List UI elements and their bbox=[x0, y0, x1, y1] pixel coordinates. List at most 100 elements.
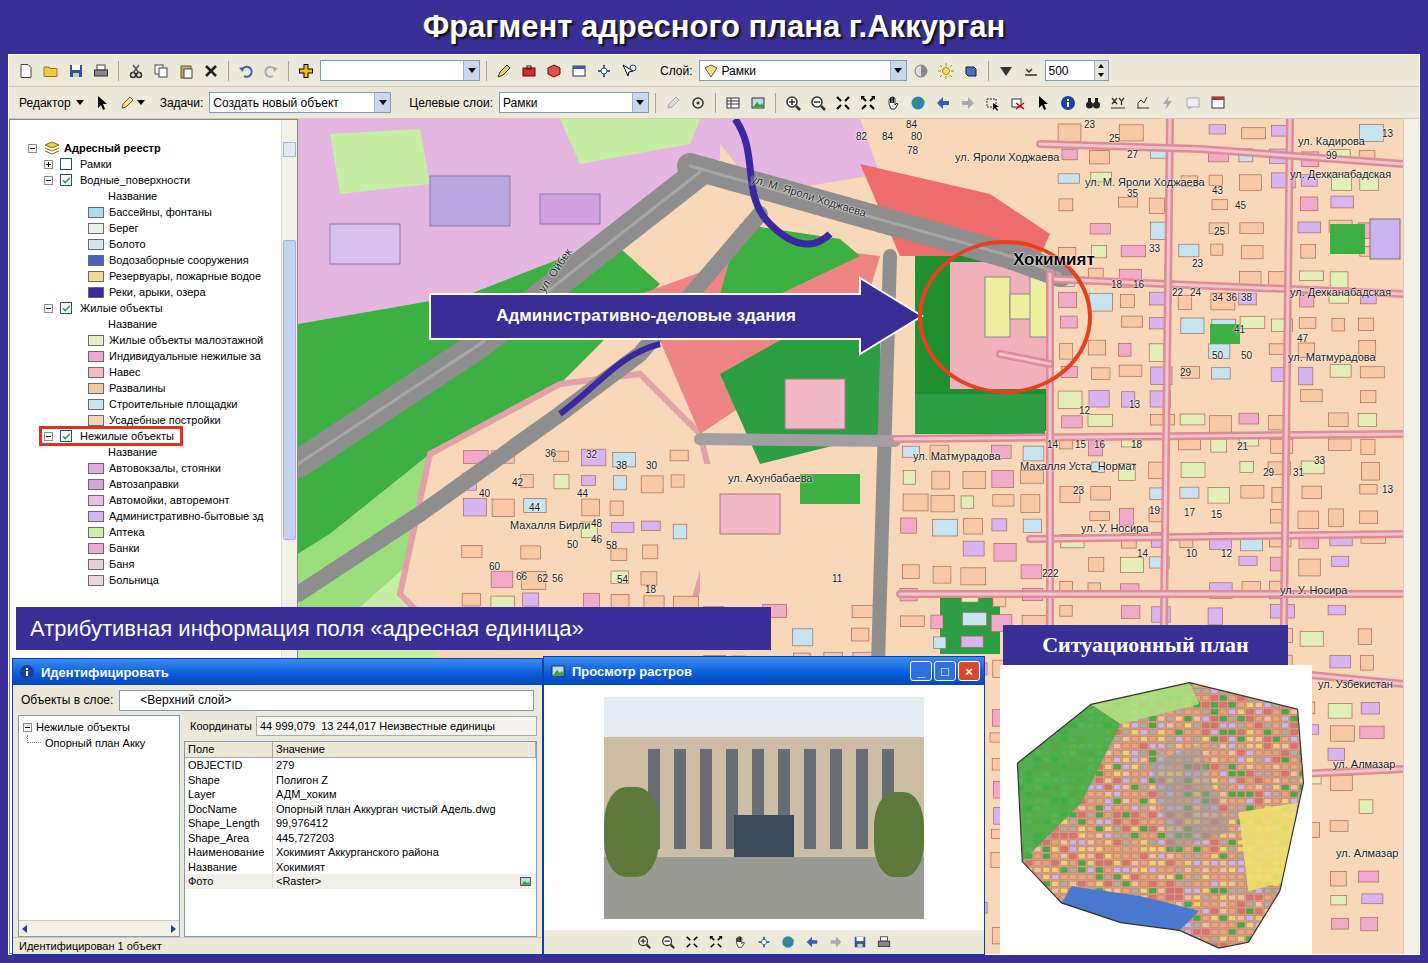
toc-legend[interactable]: Индивидуальные нежилые за bbox=[10, 348, 281, 364]
toc-legend[interactable]: Больница bbox=[10, 572, 281, 588]
raster-button[interactable] bbox=[747, 92, 769, 114]
zoom-out-button[interactable] bbox=[658, 932, 678, 952]
dropdown-button[interactable] bbox=[632, 93, 648, 112]
toc-legend[interactable]: Аптека bbox=[10, 524, 281, 540]
scale-button[interactable] bbox=[1020, 60, 1042, 82]
toc-legend[interactable]: Автовокзалы, стоянки bbox=[10, 460, 281, 476]
forward-button[interactable] bbox=[957, 92, 979, 114]
fixed-zoom-out-button[interactable] bbox=[706, 932, 726, 952]
table-row[interactable]: НазваниеХокимият bbox=[185, 860, 536, 875]
zoom-out-button[interactable] bbox=[807, 92, 829, 114]
task-combo[interactable]: Создать новый объект bbox=[209, 92, 391, 113]
column-header[interactable]: Поле bbox=[185, 742, 273, 757]
toc-layer[interactable]: Водные_поверхности bbox=[10, 172, 281, 188]
forward-button[interactable] bbox=[826, 932, 846, 952]
hyperlink-button[interactable] bbox=[1157, 92, 1179, 114]
cut-button[interactable] bbox=[125, 60, 147, 82]
layer-entry[interactable]: Рамки bbox=[42, 157, 118, 171]
whats-this-button[interactable] bbox=[618, 60, 640, 82]
table-row[interactable]: LayerАДМ_хоким bbox=[185, 787, 536, 802]
map-scale-combo[interactable] bbox=[320, 60, 480, 81]
undo-button[interactable] bbox=[235, 60, 257, 82]
pointer-button[interactable] bbox=[1032, 92, 1054, 114]
new-doc-button[interactable] bbox=[15, 60, 37, 82]
toc-legend[interactable]: Баня bbox=[10, 556, 281, 572]
layer-combo[interactable]: Рамки bbox=[699, 60, 907, 81]
print-button[interactable] bbox=[90, 60, 112, 82]
copy-button[interactable] bbox=[150, 60, 172, 82]
measure-button[interactable] bbox=[1132, 92, 1154, 114]
paste-button[interactable] bbox=[175, 60, 197, 82]
toc-legend[interactable]: Резервуары, пожарные водое bbox=[10, 268, 281, 284]
full-extent-button[interactable] bbox=[778, 932, 798, 952]
toc-layer[interactable]: Нежилые объекты bbox=[10, 428, 281, 444]
zoom-in-button[interactable] bbox=[782, 92, 804, 114]
add-data-button[interactable] bbox=[295, 60, 317, 82]
print-button[interactable] bbox=[874, 932, 894, 952]
sketch-off-button[interactable] bbox=[662, 92, 684, 114]
window-button[interactable] bbox=[568, 60, 590, 82]
tree-hscroll[interactable] bbox=[19, 920, 179, 936]
maximize-button[interactable]: □ bbox=[934, 661, 956, 681]
tree-node[interactable]: Нежилые объекты bbox=[19, 719, 179, 735]
layer-entry[interactable]: Жилые объекты bbox=[42, 301, 169, 315]
toc-layer[interactable]: Рамки bbox=[10, 156, 281, 172]
html-popup-button[interactable] bbox=[1207, 92, 1229, 114]
toc-legend[interactable]: Административно-бытовые зд bbox=[10, 508, 281, 524]
expand-toggle[interactable] bbox=[28, 144, 37, 153]
table-row[interactable]: DocNameОпорный план Аккурган чистый Адел… bbox=[185, 802, 536, 817]
editor-button[interactable] bbox=[493, 60, 515, 82]
target-combo[interactable]: Рамки bbox=[499, 92, 649, 113]
redo-button[interactable] bbox=[260, 60, 282, 82]
toc-legend[interactable]: Водозаборные сооружения bbox=[10, 252, 281, 268]
editor-menu[interactable]: Редактор bbox=[15, 96, 88, 110]
column-header[interactable]: Значение bbox=[273, 742, 536, 757]
back-button[interactable] bbox=[932, 92, 954, 114]
crosshair-button[interactable] bbox=[754, 932, 774, 952]
toc-legend[interactable]: Бассейны, фонтаны bbox=[10, 204, 281, 220]
dropdown-button[interactable] bbox=[463, 61, 479, 80]
go-to-xy-button[interactable] bbox=[1107, 92, 1129, 114]
expand-toggle[interactable] bbox=[44, 304, 53, 313]
expand-toggle[interactable] bbox=[44, 432, 53, 441]
layer-checkbox[interactable] bbox=[60, 430, 72, 442]
table-button[interactable] bbox=[722, 92, 744, 114]
layer-entry[interactable]: Нежилые объекты bbox=[42, 429, 180, 443]
crosshair-button[interactable] bbox=[593, 60, 615, 82]
scroll-up-button[interactable] bbox=[283, 142, 296, 157]
scale-spinner[interactable]: 500 bbox=[1045, 60, 1109, 81]
layer-checkbox[interactable] bbox=[60, 174, 72, 186]
toolbox-button[interactable] bbox=[518, 60, 540, 82]
model-button[interactable] bbox=[543, 60, 565, 82]
back-button[interactable] bbox=[802, 932, 822, 952]
save-button[interactable] bbox=[65, 60, 87, 82]
layer-checkbox[interactable] bbox=[60, 302, 72, 314]
clear-select-button[interactable] bbox=[1007, 92, 1029, 114]
toc-legend[interactable]: Реки, арыки, озера bbox=[10, 284, 281, 300]
sketch-tool[interactable] bbox=[116, 95, 148, 111]
table-row[interactable]: Shape_Area445,727203 bbox=[185, 831, 536, 846]
identify-button[interactable] bbox=[1057, 92, 1079, 114]
full-extent-button[interactable] bbox=[907, 92, 929, 114]
delete-button[interactable] bbox=[200, 60, 222, 82]
toc-legend[interactable]: Автозаправки bbox=[10, 476, 281, 492]
pan-button[interactable] bbox=[730, 932, 750, 952]
expand-toggle[interactable] bbox=[44, 160, 53, 169]
table-row[interactable]: Shape_Length99,976412 bbox=[185, 816, 536, 831]
toc-legend[interactable]: Навес bbox=[10, 364, 281, 380]
table-row[interactable]: ShapeПолигон Z bbox=[185, 773, 536, 788]
contrast-3d-button[interactable] bbox=[960, 60, 982, 82]
toc-legend[interactable]: Строительные площадки bbox=[10, 396, 281, 412]
open-folder-button[interactable] bbox=[40, 60, 62, 82]
expand-toggle[interactable] bbox=[44, 176, 53, 185]
expand-toggle[interactable] bbox=[23, 723, 32, 732]
pointer-button[interactable] bbox=[91, 92, 113, 114]
table-row[interactable]: НаименованиеХокимият Аккурганского район… bbox=[185, 845, 536, 860]
transparency-button[interactable] bbox=[910, 60, 932, 82]
fixed-zoom-out-button[interactable] bbox=[857, 92, 879, 114]
layer-entry[interactable]: Водные_поверхности bbox=[42, 173, 196, 187]
toc-layer[interactable]: Жилые объекты bbox=[10, 300, 281, 316]
map-scrollbar[interactable] bbox=[1403, 119, 1419, 954]
layer-checkbox[interactable] bbox=[60, 158, 72, 170]
dropdown-button[interactable] bbox=[374, 93, 390, 112]
